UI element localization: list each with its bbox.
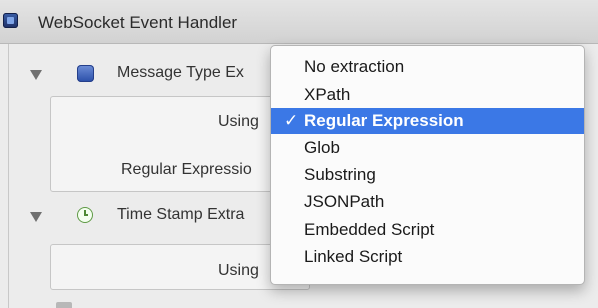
menu-item-glob[interactable]: Glob: [271, 135, 584, 161]
menu-item-no-extraction[interactable]: No extraction: [271, 54, 584, 80]
message-type-row[interactable]: Message Type Ex: [0, 58, 300, 88]
menu-item-jsonpath[interactable]: JSONPath: [271, 189, 584, 215]
disclosure-triangle-icon[interactable]: [30, 70, 42, 80]
menu-item-substring[interactable]: Substring: [271, 162, 584, 188]
using-label: Using: [218, 262, 259, 279]
menu-item-embedded-script[interactable]: Embedded Script: [271, 217, 584, 243]
window-titlebar: WebSocket Event Handler: [0, 0, 598, 44]
time-stamp-row[interactable]: Time Stamp Extra: [0, 202, 300, 232]
next-row-icon: [56, 302, 72, 308]
regex-field-label: Regular Expressio: [121, 161, 252, 178]
message-type-icon: [77, 65, 94, 82]
websocket-app-icon: [3, 13, 18, 28]
time-stamp-label: Time Stamp Extra: [117, 206, 245, 223]
extraction-method-menu[interactable]: No extraction XPath ✓ Regular Expression…: [270, 45, 585, 285]
menu-item-regular-expression[interactable]: ✓ Regular Expression: [271, 108, 584, 134]
window-title: WebSocket Event Handler: [38, 13, 238, 32]
menu-item-xpath[interactable]: XPath: [271, 82, 584, 108]
menu-item-linked-script[interactable]: Linked Script: [271, 244, 584, 270]
disclosure-triangle-icon[interactable]: [30, 212, 42, 222]
checkmark-icon: ✓: [284, 111, 299, 130]
clock-icon: [77, 207, 93, 223]
message-type-label: Message Type Ex: [117, 64, 244, 81]
using-label: Using: [218, 113, 259, 130]
